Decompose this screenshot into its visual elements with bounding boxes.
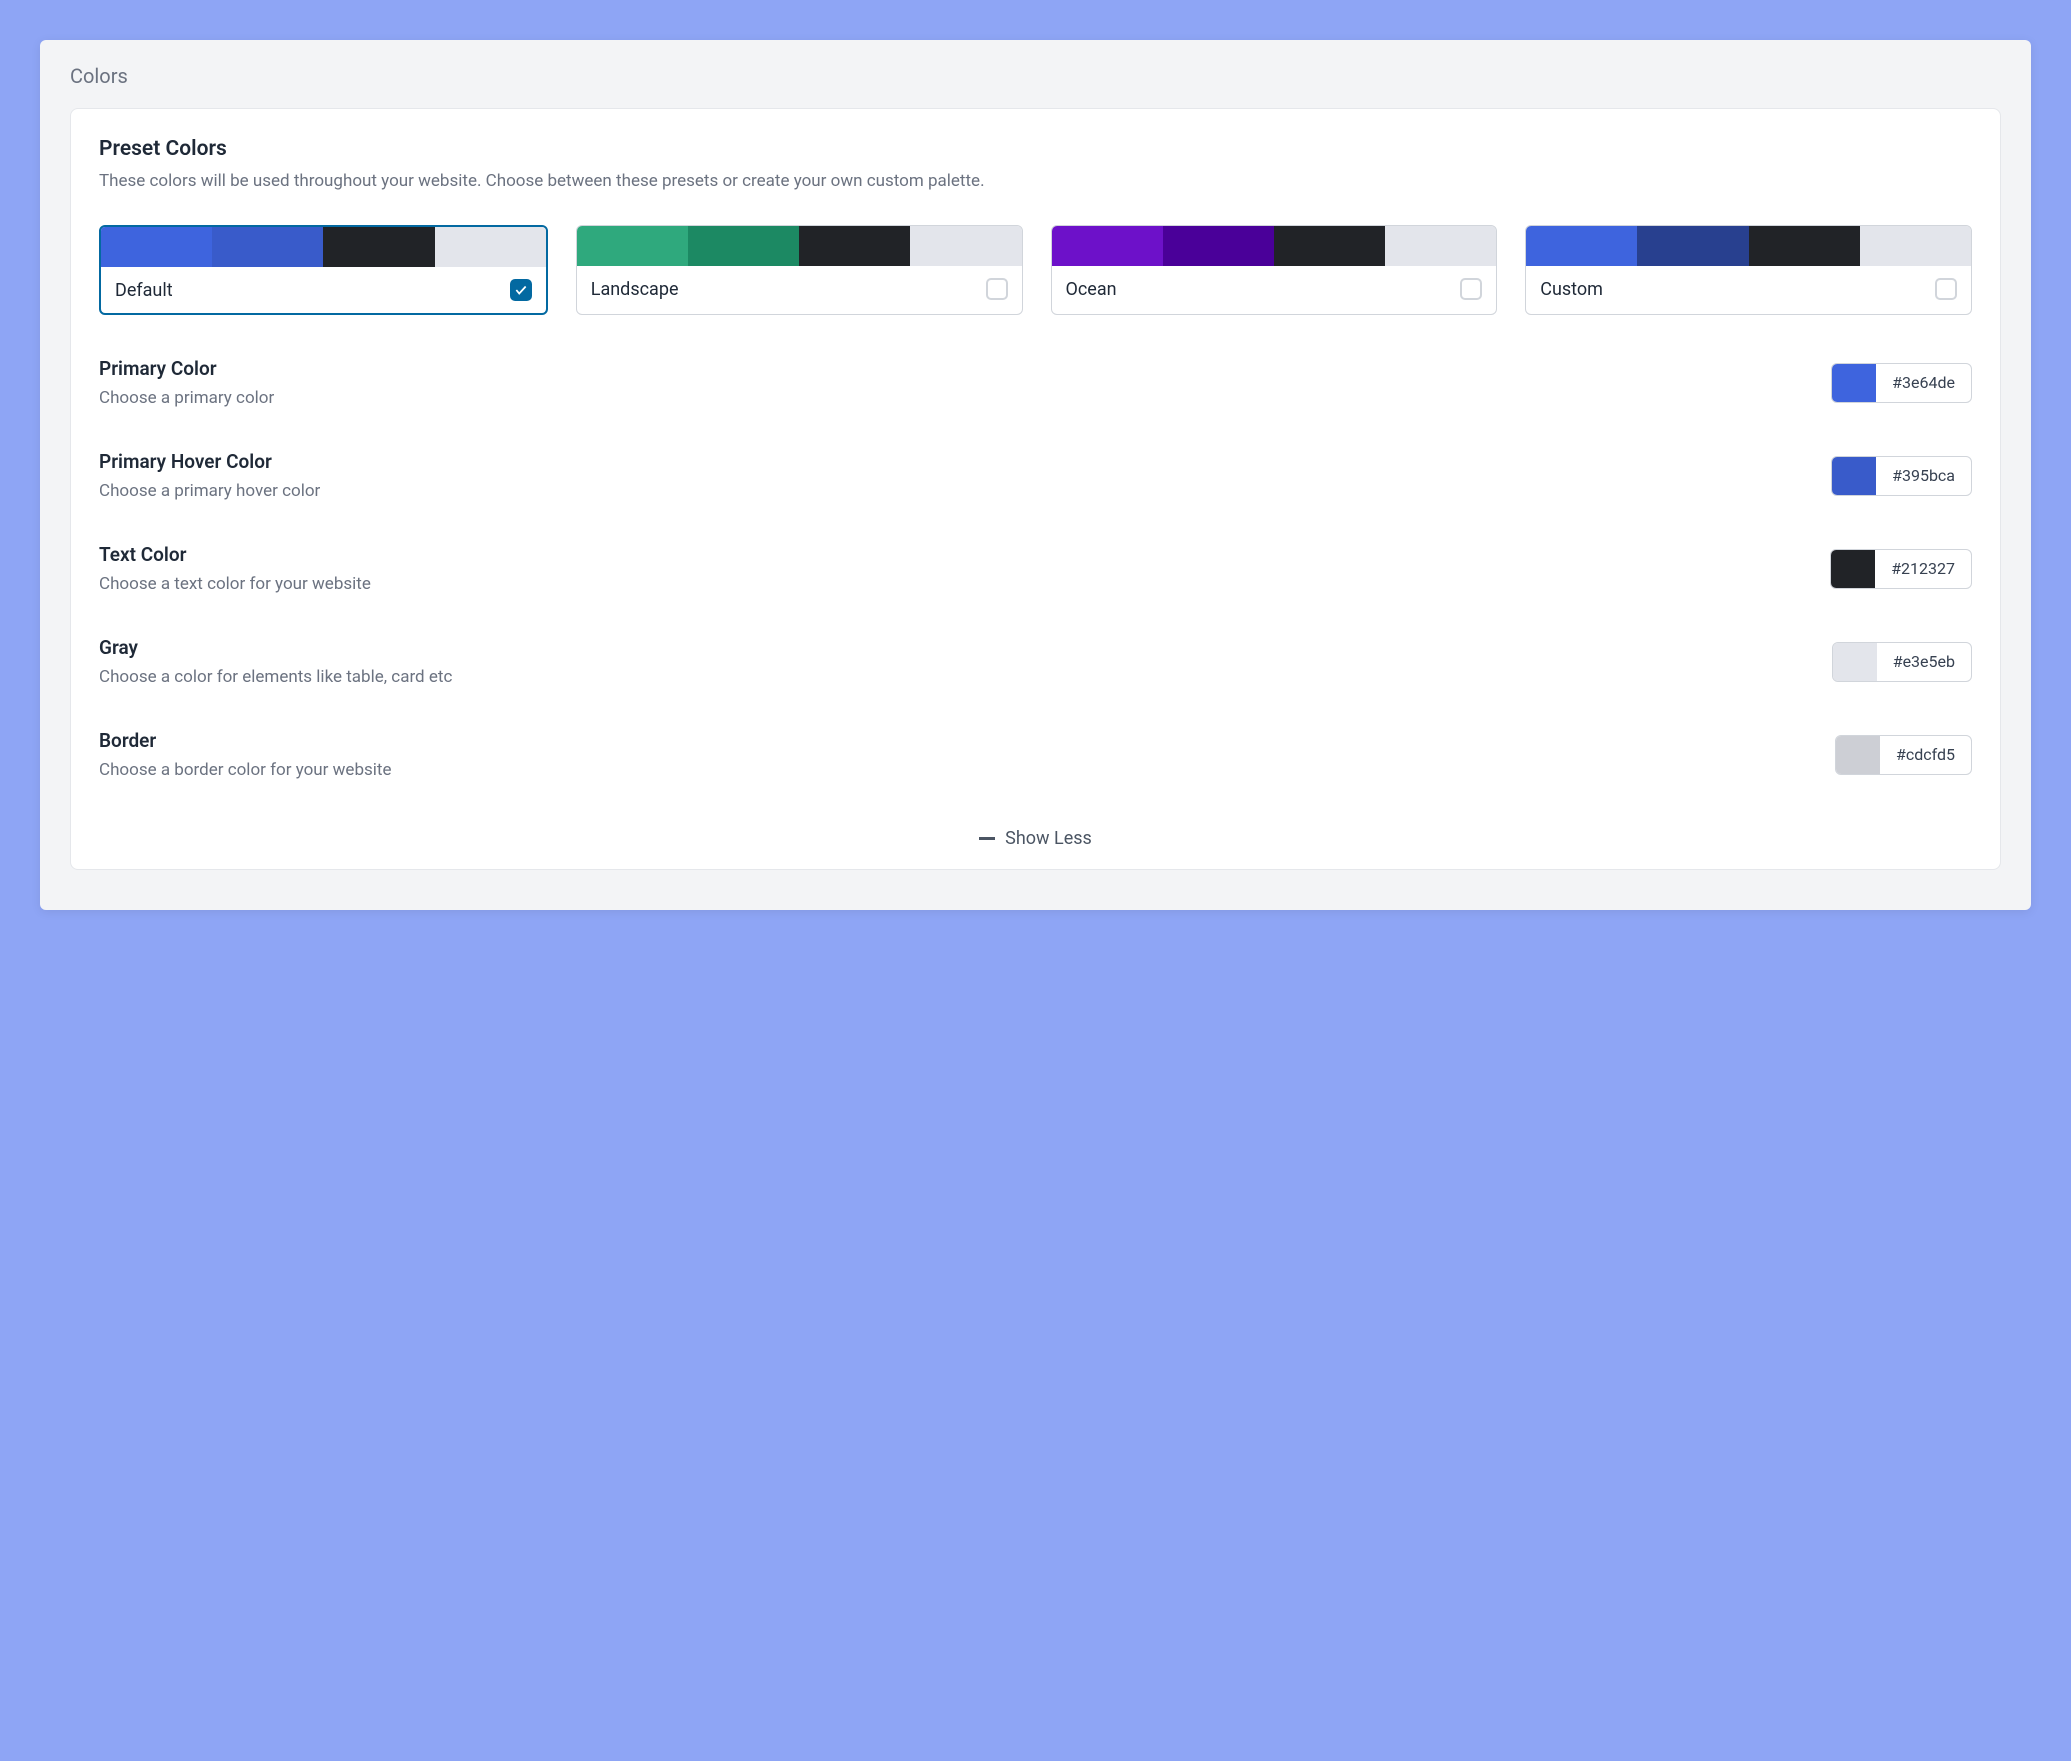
show-less-button[interactable]: Show Less [99,822,1972,849]
preset-label: Custom [1540,279,1603,300]
minus-icon [979,837,995,840]
color-input[interactable]: #395bca [1831,456,1972,496]
color-row: Text Color Choose a text color for your w… [99,543,1972,594]
presets-row: Default Landscape Ocean Custom [99,225,1972,315]
color-info: Text Color Choose a text color for your w… [99,543,1830,594]
color-label: Primary Color [99,357,1831,380]
preset-checkbox[interactable] [1460,278,1482,300]
swatch [323,227,434,267]
preset-label: Landscape [591,279,679,300]
color-label: Text Color [99,543,1830,566]
color-chip[interactable] [1831,550,1875,588]
swatch [1860,226,1971,266]
swatch [1749,226,1860,266]
section-title: Preset Colors [99,137,1972,161]
color-chip[interactable] [1832,457,1876,495]
swatch [1385,226,1496,266]
show-less-label: Show Less [1005,828,1092,849]
color-info: Primary Color Choose a primary color [99,357,1831,408]
check-icon [514,283,528,297]
colors-card: Preset Colors These colors will be used … [70,108,2001,870]
color-chip[interactable] [1833,643,1877,681]
preset-default[interactable]: Default [99,225,548,315]
section-desc: These colors will be used throughout you… [99,171,1972,191]
preset-label: Default [115,280,173,301]
swatch [1052,226,1163,266]
preset-landscape[interactable]: Landscape [576,225,1023,315]
swatch [435,227,546,267]
swatch [799,226,910,266]
preset-label-row: Default [101,267,546,313]
color-row: Primary Hover Color Choose a primary hove… [99,450,1972,501]
color-list: Primary Color Choose a primary color #3e64… [99,357,1972,780]
color-value: #e3e5eb [1877,643,1971,681]
color-label: Border [99,729,1835,752]
color-info: Gray Choose a color for elements like tab… [99,636,1832,687]
color-input[interactable]: #cdcfd5 [1835,735,1972,775]
preset-ocean[interactable]: Ocean [1051,225,1498,315]
color-input[interactable]: #e3e5eb [1832,642,1972,682]
color-chip[interactable] [1832,364,1876,402]
color-value: #3e64de [1876,364,1971,402]
color-desc: Choose a border color for your website [99,760,1835,780]
swatch [1526,226,1637,266]
color-info: Primary Hover Color Choose a primary hove… [99,450,1831,501]
preset-label-row: Landscape [577,266,1022,312]
swatch [688,226,799,266]
color-input[interactable]: #3e64de [1831,363,1972,403]
swatch [1163,226,1274,266]
color-desc: Choose a color for elements like table, … [99,667,1832,687]
color-value: #cdcfd5 [1880,736,1971,774]
color-chip[interactable] [1836,736,1880,774]
color-desc: Choose a text color for your website [99,574,1830,594]
preset-checkbox[interactable] [1935,278,1957,300]
swatch-row [577,226,1022,266]
color-value: #395bca [1876,457,1971,495]
preset-label: Ocean [1066,279,1117,300]
preset-label-row: Custom [1526,266,1971,312]
color-row: Border Choose a border color for your web… [99,729,1972,780]
color-label: Gray [99,636,1832,659]
color-desc: Choose a primary hover color [99,481,1831,501]
preset-custom[interactable]: Custom [1525,225,1972,315]
preset-checkbox[interactable] [510,279,532,301]
swatch-row [101,227,546,267]
swatch [212,227,323,267]
colors-panel: Colors Preset Colors These colors will b… [40,40,2031,910]
panel-title: Colors [70,64,2001,88]
swatch [910,226,1021,266]
preset-checkbox[interactable] [986,278,1008,300]
swatch [1274,226,1385,266]
swatch [1637,226,1748,266]
color-label: Primary Hover Color [99,450,1831,473]
preset-label-row: Ocean [1052,266,1497,312]
swatch-row [1526,226,1971,266]
color-value: #212327 [1875,550,1971,588]
color-info: Border Choose a border color for your web… [99,729,1835,780]
color-row: Gray Choose a color for elements like tab… [99,636,1972,687]
color-row: Primary Color Choose a primary color #3e64… [99,357,1972,408]
swatch [101,227,212,267]
swatch [577,226,688,266]
swatch-row [1052,226,1497,266]
color-input[interactable]: #212327 [1830,549,1972,589]
color-desc: Choose a primary color [99,388,1831,408]
